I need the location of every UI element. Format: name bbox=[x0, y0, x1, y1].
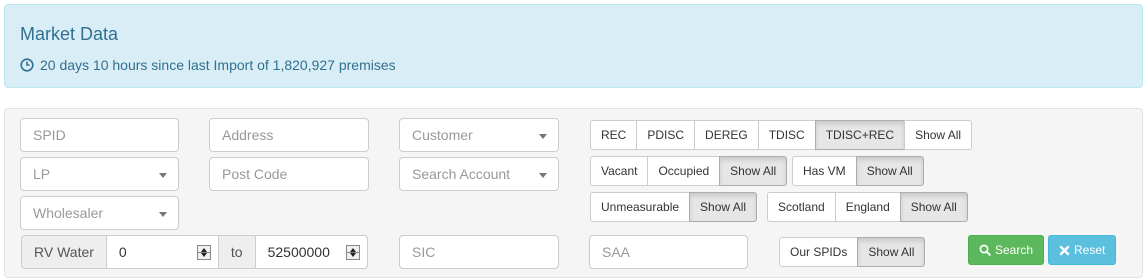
chevron-down-icon bbox=[539, 173, 547, 178]
address-input[interactable]: Address bbox=[209, 118, 369, 152]
measure-show-all-button[interactable]: Show All bbox=[689, 192, 758, 222]
chevron-down-icon bbox=[159, 212, 167, 217]
status-tdisc-rec-button[interactable]: TDISC+REC bbox=[814, 120, 906, 150]
occupancy-toggle-group: Vacant Occupied Show All bbox=[590, 156, 788, 186]
vm-toggle-group: Has VM Show All bbox=[792, 156, 924, 186]
status-tdisc-button[interactable]: TDISC bbox=[757, 120, 816, 150]
postcode-input[interactable]: Post Code bbox=[209, 157, 369, 191]
wholesaler-select-label: Wholesaler bbox=[33, 205, 104, 221]
import-status: 20 days 10 hours since last Import of 1,… bbox=[20, 57, 396, 73]
search-account-select[interactable]: Search Account bbox=[399, 157, 559, 191]
status-dereg-button[interactable]: DEREG bbox=[694, 120, 759, 150]
rv-water-range: RV Water 0 to 52500000 bbox=[21, 235, 368, 269]
search-icon bbox=[979, 244, 991, 256]
rv-to-label: to bbox=[217, 235, 256, 269]
england-button[interactable]: England bbox=[834, 192, 901, 222]
region-toggle-group: Scotland England Show All bbox=[767, 192, 968, 222]
page-title: Market Data bbox=[20, 24, 119, 44]
unmeasurable-button[interactable]: Unmeasurable bbox=[590, 192, 691, 222]
our-spids-button[interactable]: Our SPIDs bbox=[779, 237, 859, 267]
occupied-button[interactable]: Occupied bbox=[647, 156, 721, 186]
region-show-all-button[interactable]: Show All bbox=[899, 192, 968, 222]
spid-input[interactable]: SPID bbox=[20, 118, 179, 152]
clock-icon bbox=[20, 58, 34, 72]
lp-select-label: LP bbox=[33, 166, 51, 182]
spids-show-all-button[interactable]: Show All bbox=[857, 237, 926, 267]
reset-button-label: Reset bbox=[1074, 243, 1106, 257]
reset-button[interactable]: Reset bbox=[1048, 235, 1117, 265]
rv-water-label: RV Water bbox=[21, 235, 107, 269]
saa-input[interactable]: SAA bbox=[589, 235, 748, 269]
search-account-label: Search Account bbox=[412, 166, 511, 182]
lp-select[interactable]: LP bbox=[20, 157, 179, 191]
chevron-down-icon bbox=[539, 134, 547, 139]
vacant-button[interactable]: Vacant bbox=[590, 156, 649, 186]
filter-panel: SPID LP Wholesaler Address Post Code Cus… bbox=[4, 108, 1143, 278]
rv-to-value: 52500000 bbox=[267, 244, 330, 260]
customer-select-label: Customer bbox=[412, 127, 473, 143]
measure-toggle-group: Unmeasurable Show All bbox=[590, 192, 758, 222]
search-button-label: Search bbox=[995, 243, 1034, 257]
market-data-panel: Market Data 20 days 10 hours since last … bbox=[4, 4, 1143, 88]
spinner-icon[interactable] bbox=[196, 245, 211, 260]
chevron-down-icon bbox=[159, 173, 167, 178]
rv-from-value: 0 bbox=[118, 244, 127, 260]
vm-show-all-button[interactable]: Show All bbox=[855, 156, 924, 186]
status-pdisc-button[interactable]: PDISC bbox=[636, 120, 696, 150]
has-vm-button[interactable]: Has VM bbox=[792, 156, 857, 186]
sic-input[interactable]: SIC bbox=[399, 235, 559, 269]
status-show-all-button[interactable]: Show All bbox=[904, 120, 973, 150]
spids-toggle-group: Our SPIDs Show All bbox=[779, 237, 926, 267]
status-toggle-group: REC PDISC DEREG TDISC TDISC+REC Show All bbox=[590, 120, 973, 150]
scotland-button[interactable]: Scotland bbox=[767, 192, 836, 222]
search-button[interactable]: Search bbox=[968, 235, 1045, 265]
rv-from-input[interactable]: 0 bbox=[105, 235, 219, 269]
wholesaler-select[interactable]: Wholesaler bbox=[20, 196, 179, 230]
import-status-text: 20 days 10 hours since last Import of 1,… bbox=[40, 57, 396, 73]
status-rec-button[interactable]: REC bbox=[590, 120, 638, 150]
spinner-icon[interactable] bbox=[345, 245, 360, 260]
occupancy-show-all-button[interactable]: Show All bbox=[719, 156, 788, 186]
customer-select[interactable]: Customer bbox=[399, 118, 559, 152]
times-icon bbox=[1059, 245, 1070, 255]
rv-to-input[interactable]: 52500000 bbox=[254, 235, 368, 269]
